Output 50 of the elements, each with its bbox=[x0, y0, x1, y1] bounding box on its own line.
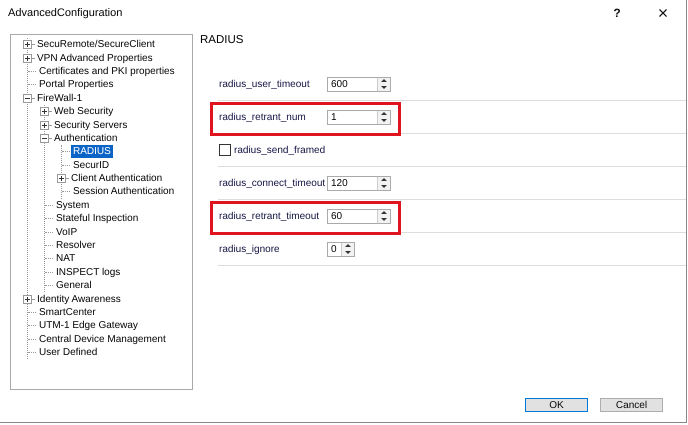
spin-field[interactable]: 0 bbox=[327, 242, 355, 256]
tree-item[interactable]: System bbox=[54, 198, 92, 212]
cancel-button[interactable]: Cancel bbox=[600, 398, 663, 412]
section-heading: RADIUS bbox=[200, 34, 244, 48]
tree-item[interactable]: SecuRemote/SecureClient bbox=[35, 38, 157, 52]
expander-icon[interactable] bbox=[57, 174, 66, 184]
expander-icon[interactable] bbox=[40, 120, 49, 130]
expander-icon[interactable] bbox=[23, 54, 32, 63]
checkbox-label: radius_send_framed bbox=[234, 144, 326, 156]
tree-item[interactable]: SmartCenter bbox=[37, 306, 98, 319]
tree-item[interactable]: Session Authentication bbox=[71, 185, 176, 198]
tree-item[interactable]: INSPECT logs bbox=[54, 266, 122, 279]
spin-field[interactable]: 600 bbox=[327, 76, 391, 92]
ok-button[interactable]: OK bbox=[525, 398, 588, 412]
spin-field[interactable]: 120 bbox=[327, 176, 391, 190]
tree-item[interactable]: SecurID bbox=[71, 158, 112, 172]
tree-item[interactable]: Authentication bbox=[52, 132, 120, 145]
field-label: radius_retrant_num bbox=[219, 112, 307, 122]
spin-field[interactable]: 60 bbox=[327, 208, 391, 224]
close-button[interactable]: × bbox=[640, 0, 686, 26]
tree-item[interactable]: User Defined bbox=[37, 346, 100, 360]
tree-item[interactable]: FireWall-1 bbox=[35, 92, 84, 105]
help-button[interactable]: ? bbox=[594, 0, 640, 26]
field-label: radius_user_timeout bbox=[219, 78, 311, 90]
tree-item[interactable]: Stateful Inspection bbox=[54, 212, 140, 226]
checkbox[interactable] bbox=[219, 144, 231, 156]
tree-item[interactable]: UTM-1 Edge Gateway bbox=[37, 319, 140, 332]
tree-item[interactable]: Identity Awareness bbox=[35, 292, 123, 306]
field-label: radius_ignore bbox=[219, 244, 281, 254]
expander-icon[interactable] bbox=[23, 294, 32, 304]
field-label: radius_retrant_timeout bbox=[219, 210, 320, 222]
tree-item[interactable]: NAT bbox=[54, 252, 78, 266]
tree-item[interactable]: Web Security bbox=[52, 105, 116, 118]
window-title: AdvancedConfiguration bbox=[8, 7, 122, 19]
expander-icon[interactable] bbox=[23, 94, 32, 103]
expander-icon[interactable] bbox=[23, 40, 32, 50]
spin-field[interactable]: 1 bbox=[327, 110, 391, 124]
tree-item[interactable]: Security Servers bbox=[52, 118, 130, 132]
tree-item[interactable]: VPN Advanced Properties bbox=[35, 52, 155, 65]
tree-item[interactable]: Central Device Management bbox=[37, 332, 168, 346]
expander-icon[interactable] bbox=[40, 107, 49, 116]
tree-item[interactable]: Resolver bbox=[54, 239, 98, 252]
tree-item[interactable]: VoIP bbox=[54, 226, 80, 239]
expander-icon[interactable] bbox=[40, 134, 49, 143]
tree-item[interactable]: Portal Properties bbox=[37, 78, 116, 92]
tree-item[interactable]: RADIUS bbox=[71, 145, 113, 158]
tree-item[interactable]: Client Authentication bbox=[69, 172, 164, 186]
tree-item[interactable]: Certificates and PKI properties bbox=[37, 64, 177, 78]
field-label: radius_connect_timeout bbox=[219, 178, 326, 188]
tree-item[interactable]: General bbox=[54, 279, 94, 292]
